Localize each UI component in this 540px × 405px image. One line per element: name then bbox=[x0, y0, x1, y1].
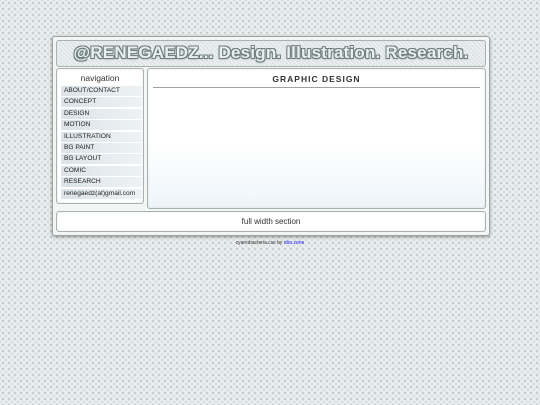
credit-text: cyanobacteria.css by bbox=[235, 240, 283, 246]
main-content-panel: GRAPHIC DESIGN bbox=[147, 68, 486, 209]
navigation-list: ABOUT/CONTACT CONCEPT DESIGN MOTION ILLU… bbox=[61, 86, 143, 199]
navigation-panel: navigation ABOUT/CONTACT CONCEPT DESIGN … bbox=[56, 68, 144, 204]
full-width-section: full width section bbox=[56, 211, 486, 232]
content-divider bbox=[153, 87, 480, 88]
nav-item-bg-paint[interactable]: BG PAINT bbox=[61, 142, 142, 153]
site-header: @RENEGAEDZ... Design. Illustration. Rese… bbox=[56, 40, 486, 67]
nav-item-email[interactable]: renegaedz(at)gmail.com bbox=[61, 188, 142, 199]
nav-item-research[interactable]: RESEARCH bbox=[61, 177, 142, 188]
nav-item-illustration[interactable]: ILLUSTRATION bbox=[61, 131, 142, 142]
site-title: @RENEGAEDZ... Design. Illustration. Rese… bbox=[73, 43, 469, 62]
navigation-title: navigation bbox=[80, 73, 120, 83]
nav-item-comic[interactable]: COMIC bbox=[61, 165, 142, 176]
nav-item-concept[interactable]: CONCEPT bbox=[61, 97, 142, 108]
credit-line: cyanobacteria.css by nbo.zone bbox=[0, 240, 540, 246]
nav-item-design[interactable]: DESIGN bbox=[61, 108, 142, 119]
page-frame: @RENEGAEDZ... Design. Illustration. Rese… bbox=[52, 36, 490, 236]
credit-link[interactable]: nbo.zone bbox=[284, 240, 305, 246]
full-width-section-label: full width section bbox=[241, 217, 301, 226]
nav-item-bg-layout[interactable]: BG LAYOUT bbox=[61, 154, 142, 165]
nav-item-about-contact[interactable]: ABOUT/CONTACT bbox=[61, 86, 142, 96]
nav-item-motion[interactable]: MOTION bbox=[61, 120, 142, 131]
content-title: GRAPHIC DESIGN bbox=[272, 74, 361, 84]
